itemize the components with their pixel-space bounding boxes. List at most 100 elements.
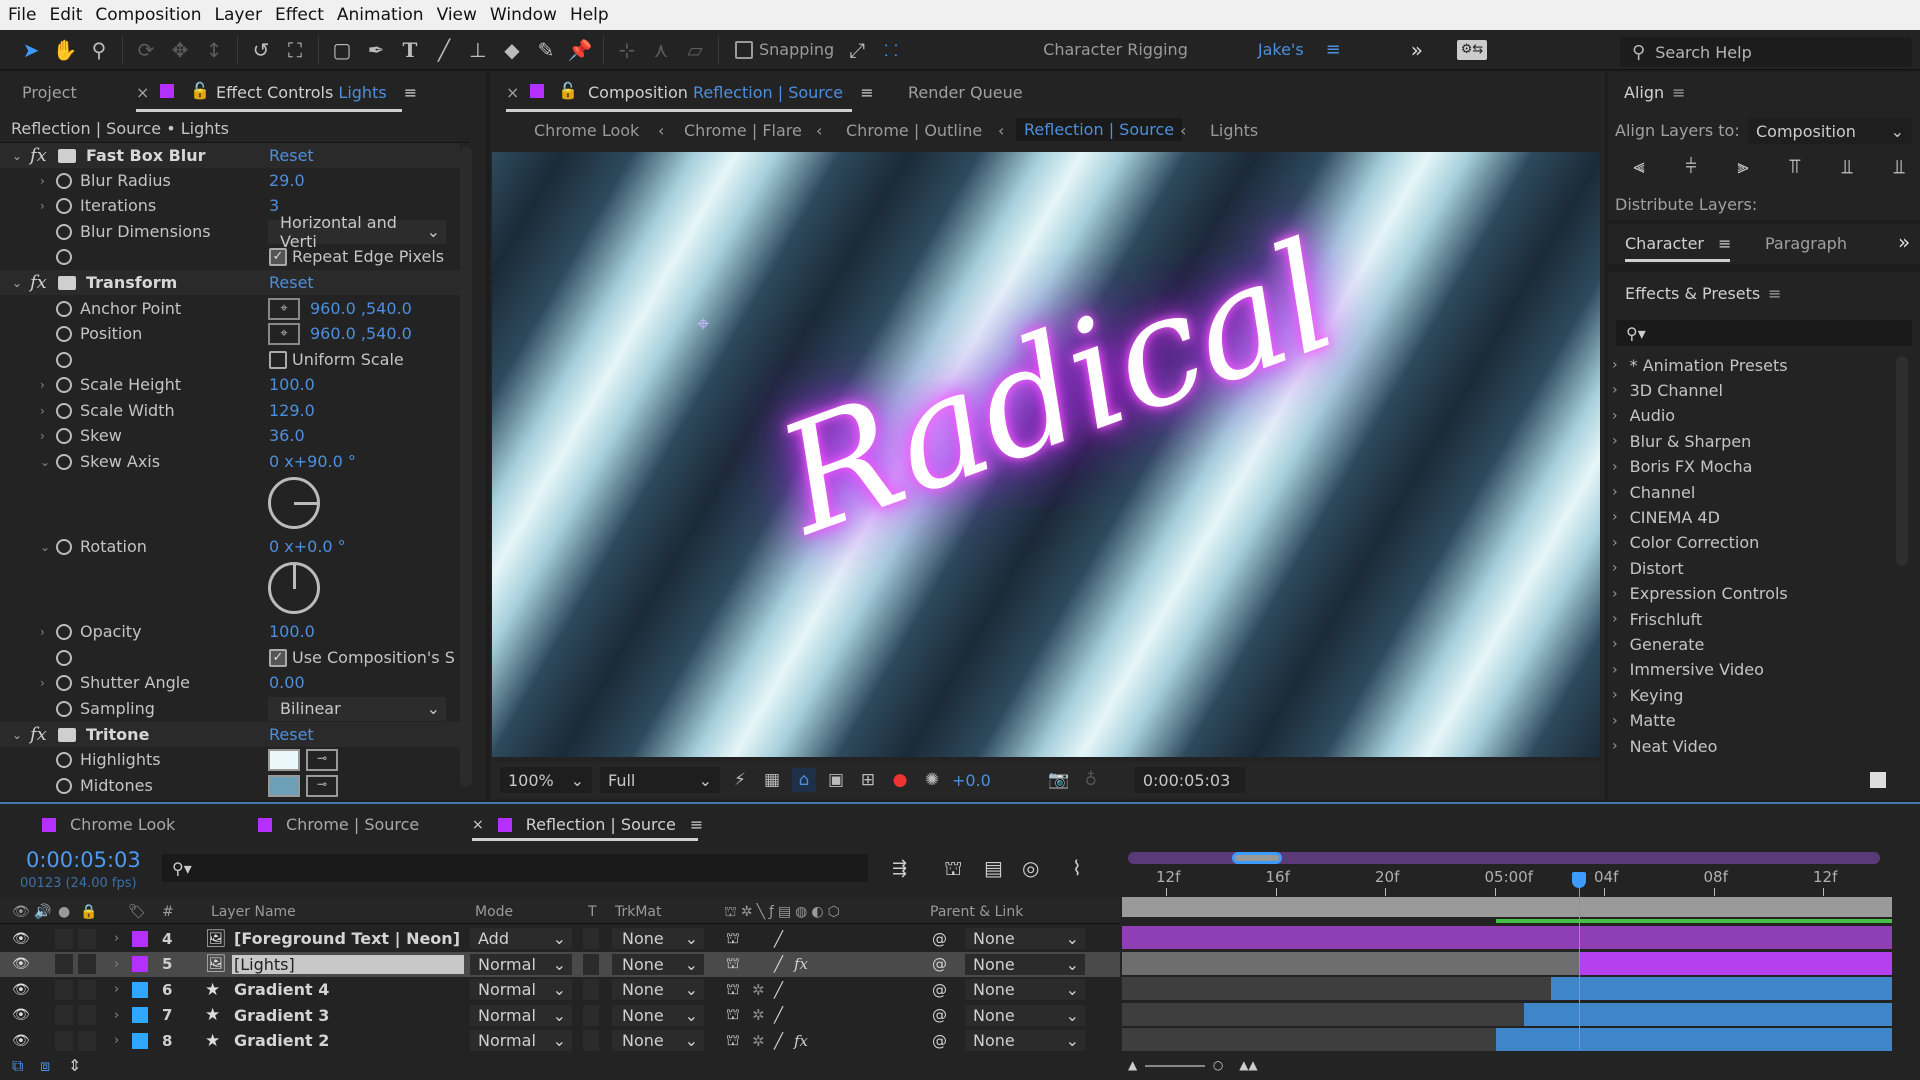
preserve-transparency-switch[interactable] bbox=[583, 1004, 599, 1026]
panel-menu-icon[interactable]: ≡ bbox=[1768, 284, 1781, 303]
parent-link-dropdown[interactable]: None ⌄ bbox=[965, 928, 1085, 949]
eraser-tool-icon[interactable]: ◆ bbox=[495, 33, 529, 67]
prop-value[interactable]: 129.0 bbox=[269, 401, 315, 420]
fx-switch-icon[interactable]: fx bbox=[794, 955, 808, 973]
align-bottom-icon[interactable]: ⫫ bbox=[1886, 154, 1912, 178]
pen-tool-icon[interactable]: ✒ bbox=[359, 33, 393, 67]
motion-blur-icon[interactable]: ◎ bbox=[1022, 856, 1039, 880]
effect-header-tritone[interactable]: ⌄ fx Tritone Reset bbox=[0, 722, 460, 747]
menu-view[interactable]: View bbox=[437, 5, 477, 25]
composition-viewer[interactable]: ⌖ Radical bbox=[492, 152, 1600, 757]
expand-chevron-icon[interactable]: › bbox=[40, 174, 45, 188]
effect-header-transform[interactable]: ⌄ fx Transform Reset bbox=[0, 270, 460, 295]
effects-category-item[interactable]: › Immersive Video bbox=[1612, 658, 1764, 682]
lock-switch[interactable] bbox=[78, 928, 96, 949]
close-tab-icon[interactable]: × bbox=[136, 83, 149, 102]
breadcrumb-reflection-source[interactable]: Reflection | Source bbox=[1016, 118, 1183, 141]
zoom-tool-icon[interactable]: ⚲ bbox=[82, 33, 116, 67]
show-snapshot-icon[interactable]: ♁ bbox=[1079, 768, 1103, 792]
pan-tool-icon[interactable]: ✥ bbox=[163, 33, 197, 67]
collapse-chevron-icon[interactable]: ⌄ bbox=[40, 455, 50, 469]
eye-visibility-icon[interactable]: 👁 bbox=[12, 956, 30, 972]
prop-value[interactable]: 29.0 bbox=[269, 171, 305, 190]
align-to-dropdown[interactable]: Composition ⌄ bbox=[1748, 118, 1912, 144]
blend-mode-dropdown[interactable]: Add ⌄ bbox=[470, 928, 572, 949]
layer-row[interactable]: 👁 › 4 🖼 [Foreground Text | Neon] Add ⌄ None ⌄ ⛫ ╱ @… bbox=[0, 926, 1120, 951]
layer-name[interactable]: [Foreground Text | Neon] bbox=[234, 929, 460, 948]
quality-switch-icon[interactable]: ╱ bbox=[774, 930, 783, 948]
stopwatch-icon[interactable] bbox=[56, 325, 72, 342]
fx-toggle-icon[interactable]: fx bbox=[30, 145, 47, 166]
tab-effect-controls[interactable]: Effect Controls Lights ≡ bbox=[216, 83, 417, 102]
column-layer-name[interactable]: Layer Name bbox=[211, 904, 296, 920]
label-color-swatch[interactable] bbox=[132, 981, 148, 998]
parent-link-dropdown[interactable]: None ⌄ bbox=[965, 979, 1085, 1001]
expand-chevron-icon[interactable]: › bbox=[40, 199, 45, 213]
collapse-chevron-icon[interactable]: ⌄ bbox=[12, 728, 22, 742]
pick-whip-icon[interactable]: @ bbox=[932, 1032, 947, 1050]
layer-name[interactable]: Gradient 4 bbox=[234, 980, 329, 999]
collapse-chevron-icon[interactable]: ⌄ bbox=[40, 540, 50, 554]
dolly-tool-icon[interactable]: ↕ bbox=[197, 33, 231, 67]
effects-category-item[interactable]: › Blur & Sharpen bbox=[1612, 429, 1751, 453]
collapse-chevron-icon[interactable]: ⌄ bbox=[12, 149, 22, 163]
stopwatch-icon[interactable] bbox=[56, 751, 72, 768]
panel-menu-icon[interactable]: ≡ bbox=[404, 83, 417, 102]
stopwatch-icon[interactable] bbox=[56, 427, 72, 444]
effects-category-item[interactable]: › Generate bbox=[1612, 632, 1704, 656]
prop-value[interactable]: 0.00 bbox=[269, 673, 305, 692]
align-left-icon[interactable]: ⫷ bbox=[1626, 154, 1652, 178]
snap-edges-icon[interactable]: ⤢ bbox=[840, 33, 874, 67]
comp-flowchart-icon[interactable]: ⇶ bbox=[892, 858, 907, 879]
expand-chevron-icon[interactable]: › bbox=[40, 404, 45, 418]
timeline-tab-reflection-source[interactable]: × Reflection | Source ≡ bbox=[472, 815, 703, 834]
eye-visibility-icon[interactable]: 👁 bbox=[12, 1007, 30, 1023]
layer-row[interactable]: 👁 › 6 ★ Gradient 4 Normal ⌄ None ⌄ ⛫ ✲ ╱ @ None ⌄ bbox=[0, 977, 1120, 1002]
highlights-color-swatch[interactable] bbox=[268, 748, 300, 771]
local-axis-icon[interactable]: ⊹ bbox=[610, 33, 644, 67]
preserve-transparency-switch[interactable] bbox=[583, 1030, 599, 1052]
preserve-transparency-switch[interactable] bbox=[583, 953, 599, 975]
zoom-out-icon[interactable]: ▲ bbox=[1128, 1058, 1137, 1072]
expand-chevron-icon[interactable]: › bbox=[40, 429, 45, 443]
pick-whip-icon[interactable]: @ bbox=[932, 981, 947, 999]
blend-mode-dropdown[interactable]: Normal ⌄ bbox=[470, 1004, 572, 1026]
preserve-transparency-switch[interactable] bbox=[583, 979, 599, 1001]
current-time-display[interactable]: 0:00:05:03 bbox=[1134, 767, 1245, 793]
fx-switch-icon[interactable]: fx bbox=[794, 1032, 808, 1050]
eye-visibility-icon[interactable]: 👁 bbox=[12, 982, 30, 998]
lock-switch[interactable] bbox=[78, 1005, 96, 1026]
effects-category-item[interactable]: › Distort bbox=[1612, 556, 1684, 580]
parent-link-dropdown[interactable]: None ⌄ bbox=[965, 1030, 1085, 1052]
lock-icon[interactable]: 🔓 bbox=[190, 81, 210, 100]
effects-category-item[interactable]: › Boris FX Mocha bbox=[1612, 455, 1752, 479]
panel-menu-icon[interactable]: ≡ bbox=[1672, 83, 1685, 102]
magnification-dropdown[interactable]: 100% ⌄ bbox=[500, 767, 592, 793]
menu-window[interactable]: Window bbox=[490, 5, 557, 25]
type-tool-icon[interactable]: T bbox=[393, 33, 427, 67]
stopwatch-icon[interactable] bbox=[56, 172, 72, 189]
tab-character[interactable]: Character ≡ bbox=[1625, 234, 1731, 253]
breadcrumb-lights[interactable]: Lights bbox=[1210, 121, 1258, 140]
prop-value[interactable]: 0 x+0.0 ° bbox=[269, 537, 346, 556]
quality-switch-icon[interactable]: ╱ bbox=[774, 981, 783, 999]
layer-name[interactable]: Gradient 3 bbox=[234, 1006, 329, 1025]
layer-duration-bar[interactable] bbox=[1550, 977, 1892, 1002]
stopwatch-icon[interactable] bbox=[56, 777, 72, 794]
layer-duration-bar[interactable] bbox=[1579, 951, 1892, 976]
scrollbar[interactable] bbox=[1896, 356, 1908, 566]
transparency-grid-icon[interactable]: ▦ bbox=[760, 768, 784, 792]
quality-switch-icon[interactable]: ╱ bbox=[774, 1032, 783, 1050]
menu-help[interactable]: Help bbox=[570, 5, 609, 25]
prop-value[interactable]: 0 x+90.0 ° bbox=[269, 452, 356, 471]
fx-toggle-icon[interactable]: fx bbox=[30, 272, 47, 293]
stopwatch-icon[interactable] bbox=[56, 623, 72, 640]
time-navigator-handle[interactable] bbox=[1232, 852, 1282, 864]
tab-paragraph[interactable]: Paragraph bbox=[1765, 234, 1847, 253]
layer-search-input[interactable]: ⚲▾ bbox=[162, 854, 868, 882]
skew-axis-dial[interactable] bbox=[268, 477, 320, 529]
stopwatch-icon[interactable] bbox=[56, 700, 72, 717]
fx-toggle-icon[interactable]: fx bbox=[30, 724, 47, 745]
close-tab-icon[interactable]: × bbox=[472, 817, 484, 833]
crosshair-target-icon[interactable]: ⌖ bbox=[268, 322, 300, 345]
